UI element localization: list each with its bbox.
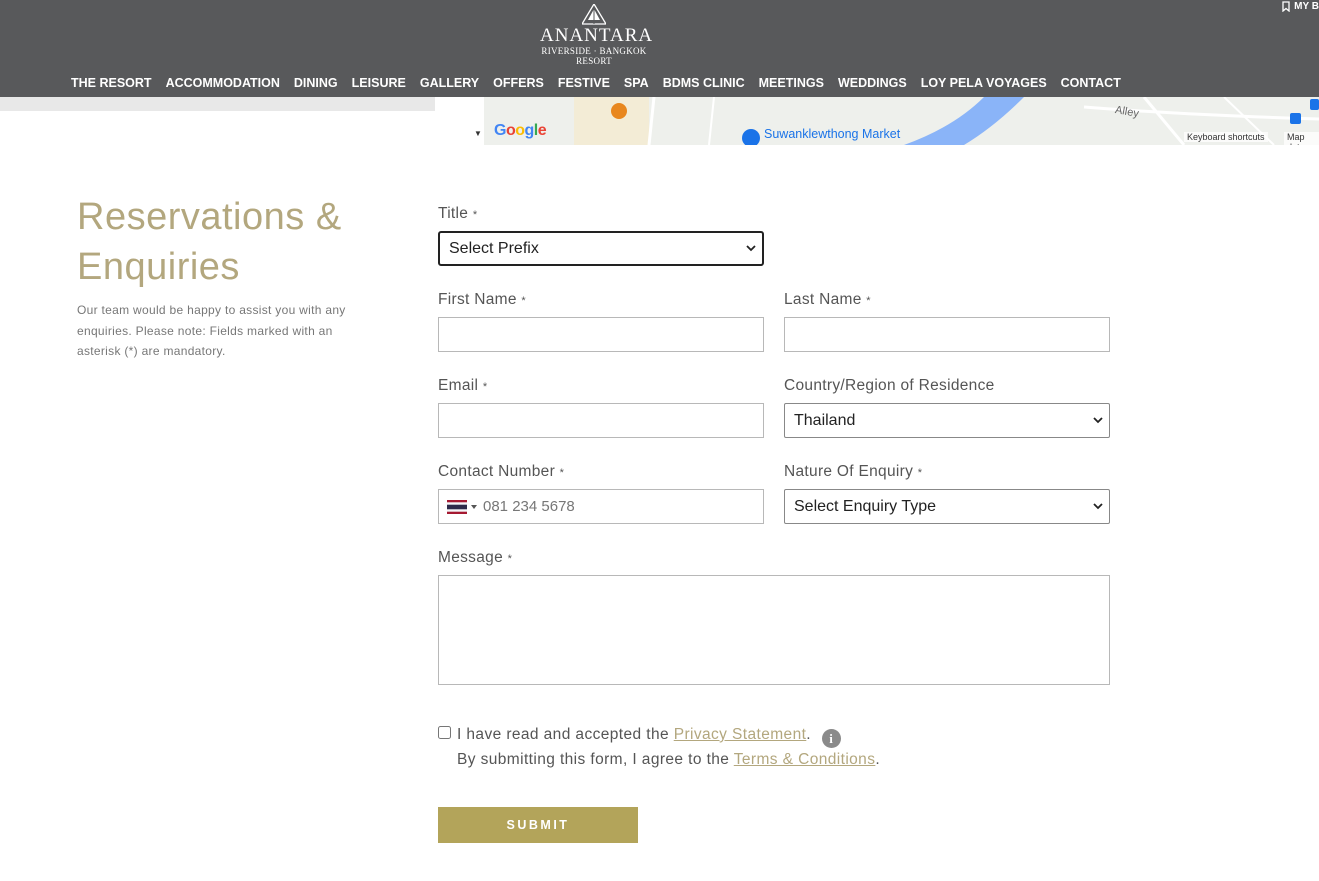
message-textarea[interactable] xyxy=(438,575,1110,685)
required-mark: * xyxy=(559,467,565,479)
bookmark-icon xyxy=(1282,1,1290,12)
country-label: Country/Region of Residence xyxy=(784,377,995,394)
last-name-label-text: Last Name xyxy=(784,291,862,308)
required-mark: * xyxy=(482,381,488,393)
caret-down-icon xyxy=(471,504,477,509)
logo-subtitle-resort: RESORT xyxy=(576,56,612,66)
anantara-logo[interactable]: ANANTARA RIVERSIDE · BANGKOK RESORT xyxy=(540,4,654,66)
map-label-market[interactable]: Suwanklewthong Market xyxy=(764,127,900,141)
nav-offers[interactable]: OFFERS xyxy=(486,74,551,92)
nav-the-resort[interactable]: THE RESORT xyxy=(64,74,159,92)
nav-spa[interactable]: SPA xyxy=(617,74,656,92)
my-booking-label: MY B xyxy=(1294,1,1319,12)
site-header: ANANTARA RIVERSIDE · BANGKOK RESORT MY B… xyxy=(0,0,1319,97)
country-select[interactable]: Thailand xyxy=(784,403,1110,438)
country-code-dropdown[interactable] xyxy=(439,490,477,523)
email-label-text: Email xyxy=(438,377,479,394)
info-icon[interactable]: i xyxy=(821,729,841,748)
title-select-value: Select Prefix xyxy=(449,239,539,257)
map-sidebar-panel xyxy=(0,97,435,111)
email-label: Email * xyxy=(438,377,487,395)
first-name-input[interactable] xyxy=(438,317,764,352)
keyboard-shortcuts-link[interactable]: Keyboard shortcuts xyxy=(1184,132,1268,142)
enquiry-type-select[interactable]: Select Enquiry Type xyxy=(784,489,1110,524)
anantara-logo-icon xyxy=(582,4,606,25)
caret-down-icon[interactable]: ▼ xyxy=(474,129,482,138)
title-select[interactable]: Select Prefix xyxy=(438,231,764,266)
enquiry-type-label: Nature Of Enquiry * xyxy=(784,463,922,481)
intro-text: Our team would be happy to assist you wi… xyxy=(77,303,346,358)
contact-number-input[interactable] xyxy=(483,498,743,515)
map-section: ▼ Google Suwanklewthong Market Alley Key… xyxy=(0,97,1319,145)
contact-number-label-text: Contact Number xyxy=(438,463,556,480)
required-mark: * xyxy=(507,553,513,565)
country-select-value: Thailand xyxy=(794,411,856,429)
nav-accommodation[interactable]: ACCOMMODATION xyxy=(159,74,287,92)
terms-line: By submitting this form, I agree to the … xyxy=(457,748,880,772)
required-mark: * xyxy=(472,209,478,221)
nav-weddings[interactable]: WEDDINGS xyxy=(831,74,914,92)
nav-gallery[interactable]: GALLERY xyxy=(413,74,486,92)
message-label-text: Message xyxy=(438,549,503,566)
consent-period: . xyxy=(806,726,812,743)
google-logo[interactable]: Google xyxy=(494,122,547,140)
chevron-down-icon xyxy=(1093,417,1103,424)
enquiry-type-label-text: Nature Of Enquiry xyxy=(784,463,914,480)
required-mark: * xyxy=(917,467,923,479)
message-label: Message * xyxy=(438,549,512,567)
main-nav: THE RESORT ACCOMMODATION DINING LEISURE … xyxy=(64,74,1128,92)
privacy-statement-link[interactable]: Privacy Statement xyxy=(674,726,807,743)
privacy-consent-line: I have read and accepted the Privacy Sta… xyxy=(457,723,880,748)
thailand-flag-icon xyxy=(447,499,467,514)
terms-prefix: By submitting this form, I agree to the xyxy=(457,751,730,768)
nav-bdms-clinic[interactable]: BDMS CLINIC xyxy=(656,74,752,92)
required-mark: * xyxy=(521,295,526,307)
nav-contact[interactable]: CONTACT xyxy=(1054,74,1128,92)
nav-dining[interactable]: DINING xyxy=(287,74,345,92)
first-name-label-text: First Name xyxy=(438,291,517,308)
title-label: Title * xyxy=(438,205,477,223)
map-sidebar-blank xyxy=(0,111,484,145)
contact-number-field xyxy=(438,489,764,524)
terms-conditions-link[interactable]: Terms & Conditions xyxy=(734,751,876,768)
page-title: Reservations & Enquiries xyxy=(77,196,342,288)
terms-period: . xyxy=(875,751,881,768)
contact-number-label: Contact Number * xyxy=(438,463,564,481)
last-name-input[interactable] xyxy=(784,317,1110,352)
logo-name: ANANTARA xyxy=(540,25,654,46)
enquiry-type-select-value: Select Enquiry Type xyxy=(794,497,937,515)
map-data-link[interactable]: Map dat xyxy=(1284,132,1319,145)
nav-festive[interactable]: FESTIVE xyxy=(551,74,617,92)
title-label-text: Title xyxy=(438,205,469,222)
nav-meetings[interactable]: MEETINGS xyxy=(752,74,831,92)
chevron-down-icon xyxy=(746,245,756,252)
email-input[interactable] xyxy=(438,403,764,438)
privacy-consent-checkbox[interactable] xyxy=(438,726,451,739)
consent-prefix: I have read and accepted the xyxy=(457,726,669,743)
logo-subtitle-location: RIVERSIDE · BANGKOK xyxy=(541,46,647,56)
chevron-down-icon xyxy=(1093,503,1103,510)
required-mark: * xyxy=(866,295,871,307)
nav-loy-pela-voyages[interactable]: LOY PELA VOYAGES xyxy=(914,74,1054,92)
submit-button[interactable]: SUBMIT xyxy=(438,807,638,843)
last-name-label: Last Name * xyxy=(784,291,871,309)
first-name-label: First Name * xyxy=(438,291,526,309)
nav-leisure[interactable]: LEISURE xyxy=(345,74,413,92)
consent-text: I have read and accepted the Privacy Sta… xyxy=(457,723,880,772)
my-booking-link[interactable]: MY B xyxy=(1282,1,1319,12)
